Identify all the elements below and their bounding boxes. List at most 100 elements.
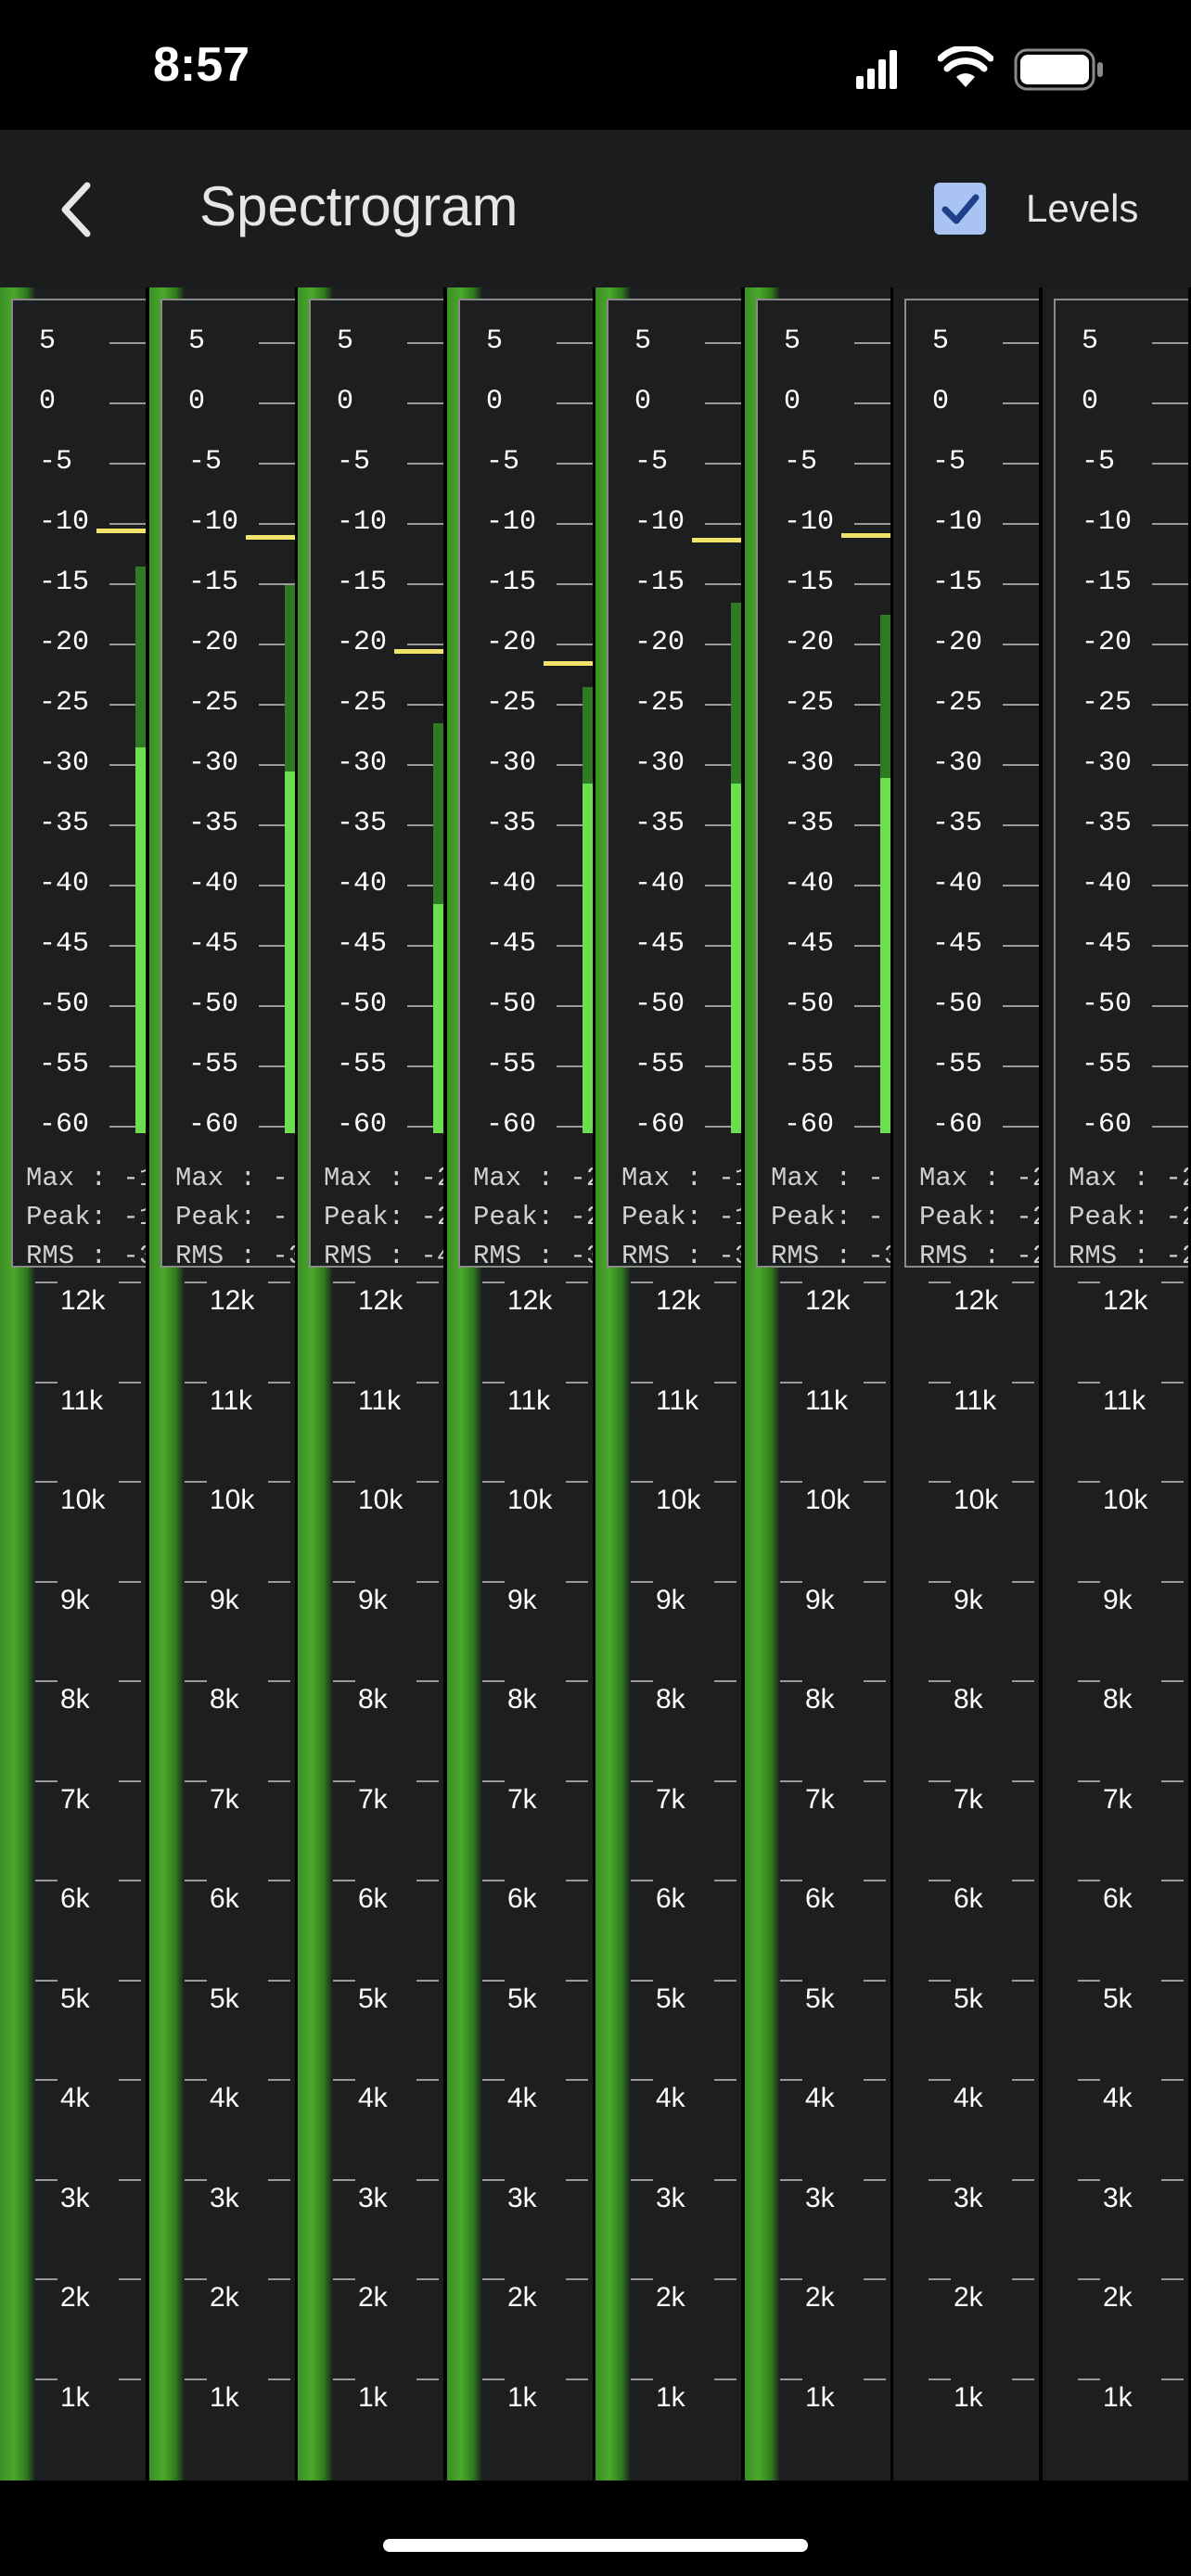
db-scale-label: 5 [337,325,354,357]
frequency-tick [416,2378,439,2380]
level-meter: 5 0 -5 -10 -15 -20 -25 -30 -35 -40 -45 -50 -55 -60 Max… [1054,299,1188,1268]
frequency-label: 2k [210,2282,239,2313]
frequency-label: 9k [60,1584,90,1615]
frequency-tick [780,1580,802,1583]
db-scale-label: -55 [1082,1049,1133,1080]
level-bar-rms [135,747,146,1133]
frequency-tick [1078,1580,1100,1583]
channel-column: 5 0 -5 -10 -15 -20 -25 -30 -35 -40 -45 -50 -55 -60 Max… [447,287,593,2480]
frequency-tick [1161,1381,1184,1384]
frequency-tick [35,1381,58,1384]
frequency-tick [566,2079,588,2081]
frequency-tick [1078,2278,1100,2280]
frequency-tick [1078,2178,1100,2181]
db-scale-tick [1003,523,1039,525]
frequency-tick [268,1880,290,1881]
frequency-tick [928,1282,951,1283]
frequency-tick [1078,1680,1100,1682]
max-stat: Max : -1 [621,1163,741,1193]
db-scale-label: -15 [1082,567,1133,598]
frequency-tick [631,1381,653,1384]
frequency-tick [1078,1880,1100,1881]
frequency-tick [631,2079,653,2081]
checkmark-icon [941,194,980,224]
db-scale-label: -55 [39,1049,90,1080]
db-scale-tick [1152,463,1188,465]
db-scale-label: 5 [39,325,57,357]
frequency-tick [1161,1580,1184,1583]
frequency-label: 1k [656,2381,685,2413]
frequency-tick [928,1880,951,1881]
frequency-tick [1012,1880,1034,1881]
frequency-tick [631,2278,653,2280]
frequency-label: 5k [1103,1983,1133,2014]
frequency-tick [566,1580,588,1583]
frequency-tick [1161,2079,1184,2081]
frequency-tick [333,1481,355,1483]
frequency-tick [864,1779,886,1782]
db-scale-tick [1152,704,1188,706]
frequency-tick [1012,2178,1034,2181]
frequency-label: 7k [805,1783,835,1815]
db-scale-label: -5 [188,446,223,478]
frequency-label: 4k [954,2083,983,2113]
channel-column: 5 0 -5 -10 -15 -20 -25 -30 -35 -40 -45 -50 -55 -60 Max… [149,287,295,2480]
frequency-tick [185,1381,207,1384]
frequency-tick [928,1580,951,1583]
frequency-label: 12k [507,1285,553,1316]
frequency-label: 6k [60,1883,90,1914]
db-scale-label: -40 [634,868,685,899]
db-scale-label: -35 [932,808,983,839]
level-meter: 5 0 -5 -10 -15 -20 -25 -30 -35 -40 -45 -50 -55 -60 Max… [11,299,146,1268]
frequency-tick [928,1979,951,1982]
home-indicator[interactable] [383,2539,808,2552]
db-scale-tick [1003,885,1039,886]
frequency-tick [35,1779,58,1782]
back-chevron-icon[interactable] [56,182,96,237]
db-scale-tick [705,523,741,525]
frequency-label: 10k [507,1485,553,1515]
status-time: 8:57 [153,38,250,92]
peak-stat: Peak: - [175,1202,288,1232]
db-scale-tick [1003,402,1039,404]
frequency-label: 2k [1103,2282,1133,2313]
db-scale-label: -20 [932,627,983,658]
frequency-tick [333,1282,355,1283]
levels-checkbox[interactable] [934,183,986,235]
db-scale-label: -60 [188,1109,239,1141]
frequency-label: 2k [805,2282,835,2313]
frequency-label: 4k [1103,2083,1133,2113]
db-scale-tick [1152,1126,1188,1128]
peak-hold-line [394,649,443,654]
frequency-label: 2k [358,2282,388,2313]
db-scale-label: -45 [486,928,537,960]
frequency-tick [864,1880,886,1881]
db-scale-tick [705,463,741,465]
db-scale-label: -45 [188,928,239,960]
db-scale-label: -40 [337,868,388,899]
db-scale-tick [259,402,295,404]
level-meter: 5 0 -5 -10 -15 -20 -25 -30 -35 -40 -45 -50 -55 -60 Max… [160,299,295,1268]
db-scale-tick [854,523,890,525]
db-scale-label: -35 [1082,808,1133,839]
frequency-tick [631,1779,653,1782]
frequency-label: 10k [60,1485,106,1515]
level-meter: 5 0 -5 -10 -15 -20 -25 -30 -35 -40 -45 -50 -55 -60 Max… [904,299,1039,1268]
frequency-tick [185,1282,207,1283]
db-scale-tick [557,463,593,465]
frequency-tick [864,1979,886,1982]
rms-stat: RMS : -2 [1069,1241,1188,1268]
frequency-tick [928,1680,951,1682]
frequency-label: 8k [210,1684,239,1715]
max-stat: Max : -2 [324,1163,443,1193]
frequency-tick [631,1282,653,1283]
db-scale-label: 5 [634,325,652,357]
db-scale-tick [1003,704,1039,706]
levels-label[interactable]: Levels [1026,186,1138,231]
frequency-tick [333,2178,355,2181]
frequency-label: 8k [805,1684,835,1715]
frequency-label: 3k [805,2182,835,2213]
db-scale-tick [1152,402,1188,404]
frequency-label: 10k [805,1485,851,1515]
db-scale-tick [1003,644,1039,645]
